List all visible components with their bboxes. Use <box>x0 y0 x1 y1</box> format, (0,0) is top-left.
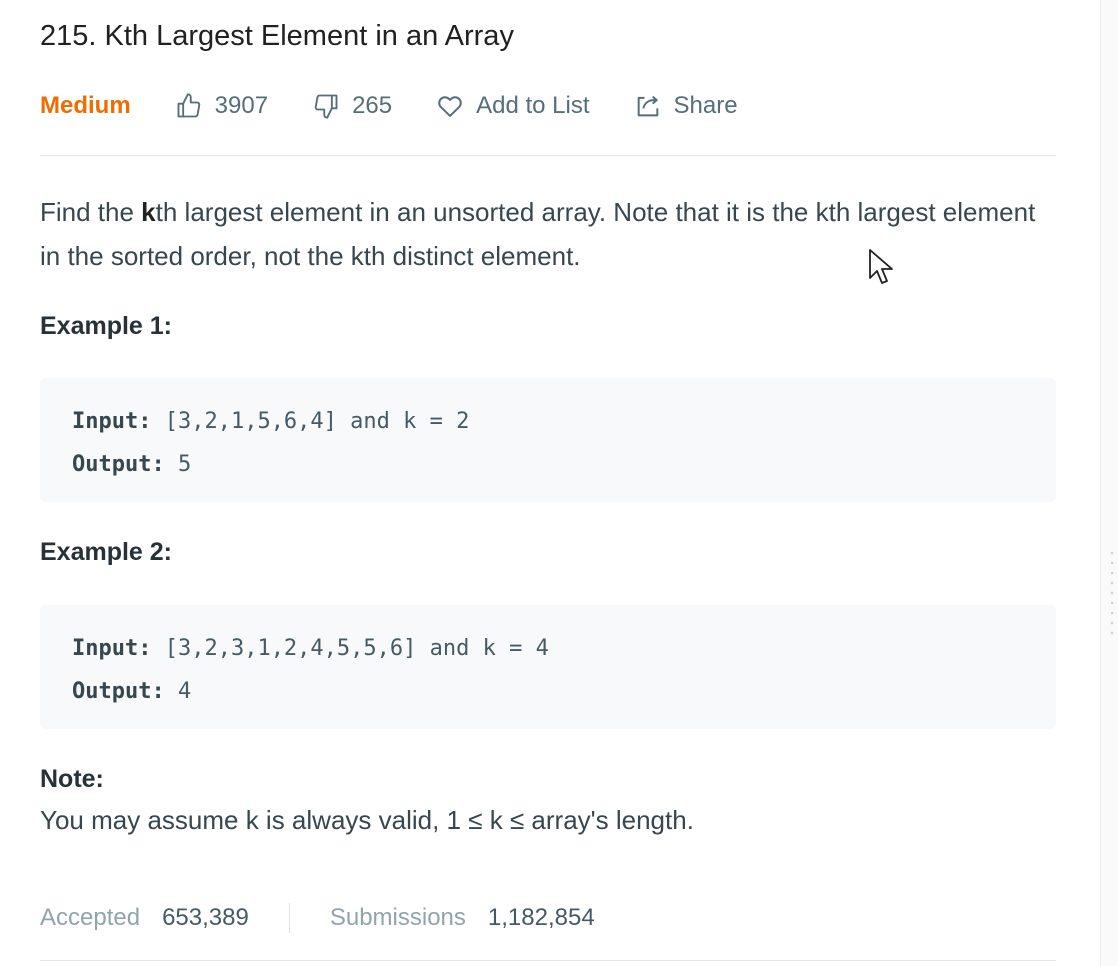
like-count: 3907 <box>214 92 269 119</box>
thumbs-down-icon <box>314 94 338 119</box>
submissions-label: Submissions <box>329 904 466 931</box>
panel-resize-gutter[interactable] <box>1100 0 1118 966</box>
divider <box>40 960 1056 961</box>
like-button[interactable]: 3907 <box>175 92 268 120</box>
add-to-list-button[interactable]: Add to List <box>436 92 590 120</box>
problem-meta-bar: Medium 3907 265 Add to List Share <box>40 90 782 122</box>
accepted-value: 653,389 <box>162 904 249 931</box>
problem-title: 215. Kth Largest Element in an Array <box>40 20 514 52</box>
difficulty-badge: Medium <box>40 92 131 119</box>
accepted-label: Accepted <box>40 904 141 931</box>
mouse-cursor-icon <box>869 249 893 284</box>
thumbs-up-icon <box>177 93 200 118</box>
drag-handle-icon[interactable] <box>1110 548 1114 640</box>
example-1-code: Input: [3,2,1,5,6,4] and k = 2 Output: 5 <box>40 378 1056 502</box>
bold-k: k <box>141 197 156 227</box>
divider <box>40 155 1056 156</box>
heart-icon <box>438 96 462 117</box>
add-to-list-label: Add to List <box>476 92 590 119</box>
share-button[interactable]: Share <box>634 92 738 120</box>
share-icon <box>637 95 658 117</box>
example-2-title: Example 2: <box>40 538 173 566</box>
share-label: Share <box>673 92 738 119</box>
note-text: You may assume k is always valid, 1 ≤ k … <box>40 805 694 835</box>
example-1-title: Example 1: <box>40 312 173 340</box>
dislike-count: 265 <box>352 92 393 119</box>
stats-separator <box>288 903 290 933</box>
submissions-value: 1,182,854 <box>487 904 595 931</box>
problem-description-panel: 215. Kth Largest Element in an Array Med… <box>0 0 1100 966</box>
submission-stats: Accepted 653,389 Submissions 1,182,854 <box>40 900 595 936</box>
dislike-button[interactable]: 265 <box>312 92 392 120</box>
note-title: Note: <box>40 765 104 793</box>
example-2-code: Input: [3,2,3,1,2,4,5,5,6] and k = 4 Out… <box>40 605 1056 729</box>
